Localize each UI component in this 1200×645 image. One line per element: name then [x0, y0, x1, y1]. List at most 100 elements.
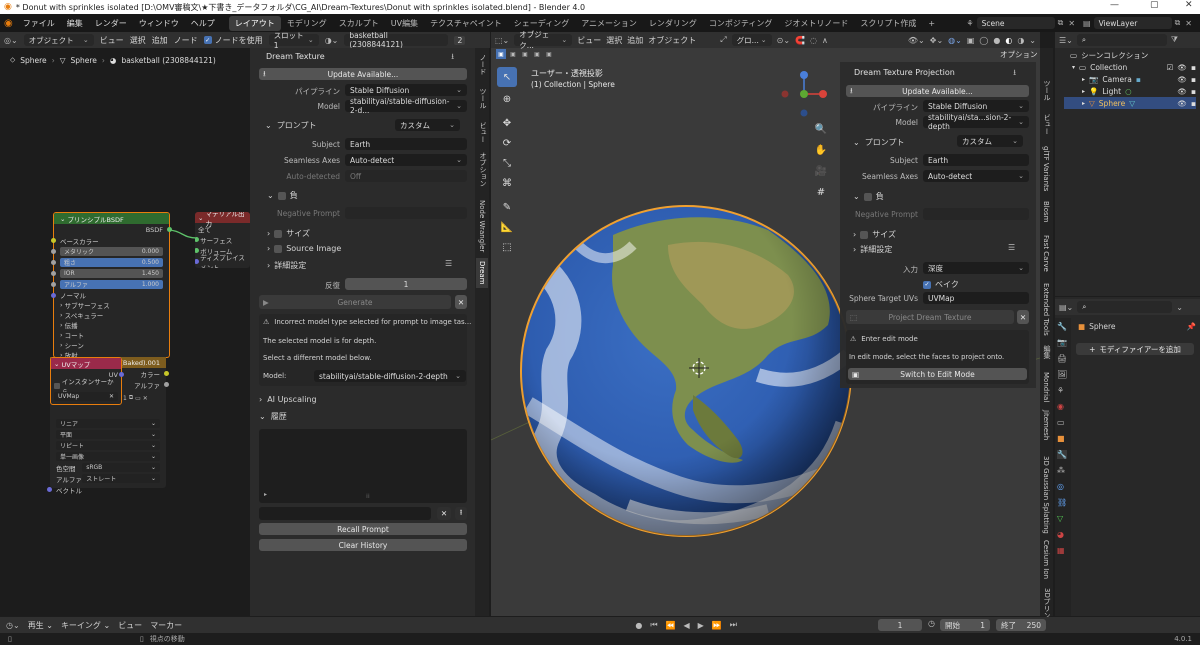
- bake-checkbox[interactable]: ✓: [923, 280, 931, 289]
- recall-prompt-button[interactable]: Recall Prompt: [259, 523, 467, 535]
- input-socket[interactable]: [51, 271, 56, 276]
- subject-input[interactable]: Earth: [345, 138, 467, 150]
- projection-panel-header[interactable]: Dream Texture Projection ⭳: [846, 66, 1032, 80]
- sidebar-tab-mondrial[interactable]: Mondrial: [1042, 372, 1050, 402]
- minimize-icon[interactable]: —: [1110, 0, 1119, 10]
- xray-icon[interactable]: ▣: [967, 36, 975, 45]
- tab-compositing[interactable]: コンポジティング: [703, 16, 779, 31]
- clock-icon[interactable]: ◷: [928, 619, 935, 628]
- annotate-tool-icon[interactable]: ✎: [497, 197, 517, 217]
- cancel-project-button[interactable]: ✕: [1017, 310, 1029, 324]
- constraints-tab-icon[interactable]: ⛓: [1057, 498, 1067, 507]
- list-icon[interactable]: ☰: [445, 259, 452, 268]
- cancel-generate-button[interactable]: ✕: [455, 295, 467, 309]
- viewport-menu-view[interactable]: ビュー: [577, 35, 601, 46]
- roughness-row[interactable]: 粗さ 0.500: [51, 257, 169, 268]
- overlays-icon[interactable]: ◍⌄: [948, 36, 962, 45]
- material-field[interactable]: basketball (2308844121): [344, 31, 449, 49]
- editor-type-icon[interactable]: ▤⌄: [1059, 303, 1073, 312]
- play-reverse-icon[interactable]: ◀: [684, 621, 690, 630]
- add-modifier-button[interactable]: + モディファイアーを追加: [1076, 343, 1194, 355]
- outliner-scene-collection[interactable]: ▭ シーンコレクション: [1070, 49, 1148, 61]
- scene-copy-icon[interactable]: ⧉: [1058, 18, 1064, 28]
- ortho-grid-icon[interactable]: #: [813, 184, 829, 200]
- viewlayer-icon[interactable]: ▤: [1083, 19, 1091, 28]
- viewport-menu-add[interactable]: 追加: [627, 35, 643, 46]
- list-icon[interactable]: ☰: [1008, 243, 1015, 252]
- timeline-menu-playback[interactable]: 再生 ⌄: [28, 620, 53, 631]
- transform-tool-icon[interactable]: ⌘: [497, 173, 517, 193]
- rotate-tool-icon[interactable]: ⟳: [497, 133, 517, 153]
- download-icon[interactable]: ⭳: [451, 51, 454, 65]
- move-tool-icon[interactable]: ✥: [497, 113, 517, 133]
- switch-to-edit-mode-button[interactable]: ▣ Switch to Edit Mode: [848, 368, 1027, 380]
- collection-tab-icon[interactable]: ▭: [1057, 418, 1067, 427]
- warning-model-dropdown[interactable]: stabilityai/stable-diffusion-2-depth: [314, 370, 466, 382]
- history-header[interactable]: ⌄ 履歴: [259, 411, 467, 422]
- ai-upscaling-header[interactable]: › AI Upscaling: [259, 395, 467, 404]
- eye-icon[interactable]: 👁: [1177, 75, 1187, 84]
- input-socket[interactable]: [51, 292, 56, 298]
- camera-render-icon[interactable]: ▪: [1191, 63, 1196, 72]
- timeline-menu-view[interactable]: ビュー: [118, 620, 142, 631]
- viewlayer-close-icon[interactable]: ✕: [1185, 19, 1192, 28]
- modifier-tab-icon[interactable]: 🔧: [1057, 450, 1068, 459]
- material-sphere-icon[interactable]: ◑⌄: [325, 36, 339, 45]
- select-intersect-icon[interactable]: ▣: [544, 49, 554, 59]
- shading-solid-icon[interactable]: ●: [993, 36, 1000, 45]
- eye-icon[interactable]: 👁: [1177, 87, 1187, 96]
- camera-view-icon[interactable]: 🎥: [813, 163, 829, 179]
- sidebar-tab-node-wrangler[interactable]: Node Wrangler: [478, 200, 486, 252]
- shading-wireframe-icon[interactable]: ◯: [979, 36, 988, 45]
- physics-tab-icon[interactable]: ◎: [1057, 482, 1067, 491]
- end-frame-field[interactable]: 終了 250: [996, 619, 1046, 631]
- outliner-item-sphere[interactable]: ▸ ▽ Sphere ▽ 👁 ▪: [1064, 97, 1196, 109]
- scene-close-icon[interactable]: ✕: [1068, 19, 1075, 28]
- tab-sculpting[interactable]: スカルプト: [333, 16, 385, 31]
- start-frame-field[interactable]: 開始 1: [940, 619, 990, 631]
- view-layer-tab-icon[interactable]: 🖼: [1057, 370, 1067, 379]
- material-users-count[interactable]: 2: [454, 35, 466, 45]
- projection-negative-header[interactable]: ⌄ 負: [853, 191, 884, 202]
- target-dropdown[interactable]: 全て: [195, 223, 250, 234]
- properties-search[interactable]: ⌕: [1077, 301, 1173, 313]
- tab-modeling[interactable]: モデリング: [281, 16, 333, 31]
- project-dream-texture-button[interactable]: ⬚ Project Dream Texture: [846, 310, 1014, 324]
- history-clear-input-button[interactable]: ✕: [437, 507, 451, 520]
- proportional-icon[interactable]: ◌: [810, 36, 817, 45]
- uv-name-field[interactable]: UVMap ✕: [51, 391, 121, 402]
- play-icon[interactable]: ▶: [698, 621, 704, 630]
- sidebar-tab-gaussian[interactable]: 3D Gaussian Splatting: [1042, 456, 1050, 534]
- download-icon[interactable]: ⭳: [1013, 67, 1016, 81]
- history-resize-handle[interactable]: ⁞⁞: [366, 493, 370, 500]
- history-list[interactable]: [259, 429, 467, 503]
- zoom-icon[interactable]: 🔍: [813, 121, 829, 137]
- output-tab-icon[interactable]: 🖨: [1057, 354, 1067, 363]
- eye-icon[interactable]: 👁: [1177, 99, 1187, 108]
- collapse-icon[interactable]: ⌄: [60, 215, 65, 223]
- add-cube-tool-icon[interactable]: ⬚: [497, 237, 517, 257]
- projection-dropdown[interactable]: 平面 ⌄: [50, 429, 166, 440]
- input-socket[interactable]: [51, 282, 56, 287]
- size-checkbox[interactable]: [274, 229, 283, 238]
- sidebar-tab-tool[interactable]: ツール: [1042, 80, 1052, 101]
- timeline-menu-keying[interactable]: キーイング ⌄: [61, 620, 110, 631]
- select-invert-icon[interactable]: ▣: [532, 49, 542, 59]
- negative-checkbox[interactable]: [277, 191, 286, 200]
- add-workspace-button[interactable]: +: [922, 17, 941, 30]
- output-socket[interactable]: [164, 382, 169, 387]
- sidebar-tab-cesium[interactable]: Cesium Ion: [1042, 540, 1050, 579]
- camera-render-icon[interactable]: ▪: [1191, 75, 1196, 84]
- pin-icon[interactable]: 📌: [1187, 322, 1196, 331]
- projection-prompt-mode-dropdown[interactable]: カスタム: [957, 135, 1023, 147]
- sheen-panel[interactable]: › シーン: [54, 340, 169, 350]
- tab-uv-editing[interactable]: UV編集: [385, 16, 424, 31]
- particles-tab-icon[interactable]: ⁂: [1057, 466, 1067, 475]
- shading-options-icon[interactable]: ⌄: [1029, 36, 1036, 45]
- scene-icon[interactable]: ⚘: [966, 19, 973, 28]
- maximize-icon[interactable]: ▢: [1150, 0, 1159, 10]
- sidebar-tab-node[interactable]: ノード: [478, 54, 488, 75]
- tab-geometry-nodes[interactable]: ジオメトリノード: [778, 16, 854, 31]
- seamless-axes-dropdown[interactable]: Auto-detect: [345, 154, 467, 166]
- sidebar-tab-dream[interactable]: Dream: [476, 258, 488, 288]
